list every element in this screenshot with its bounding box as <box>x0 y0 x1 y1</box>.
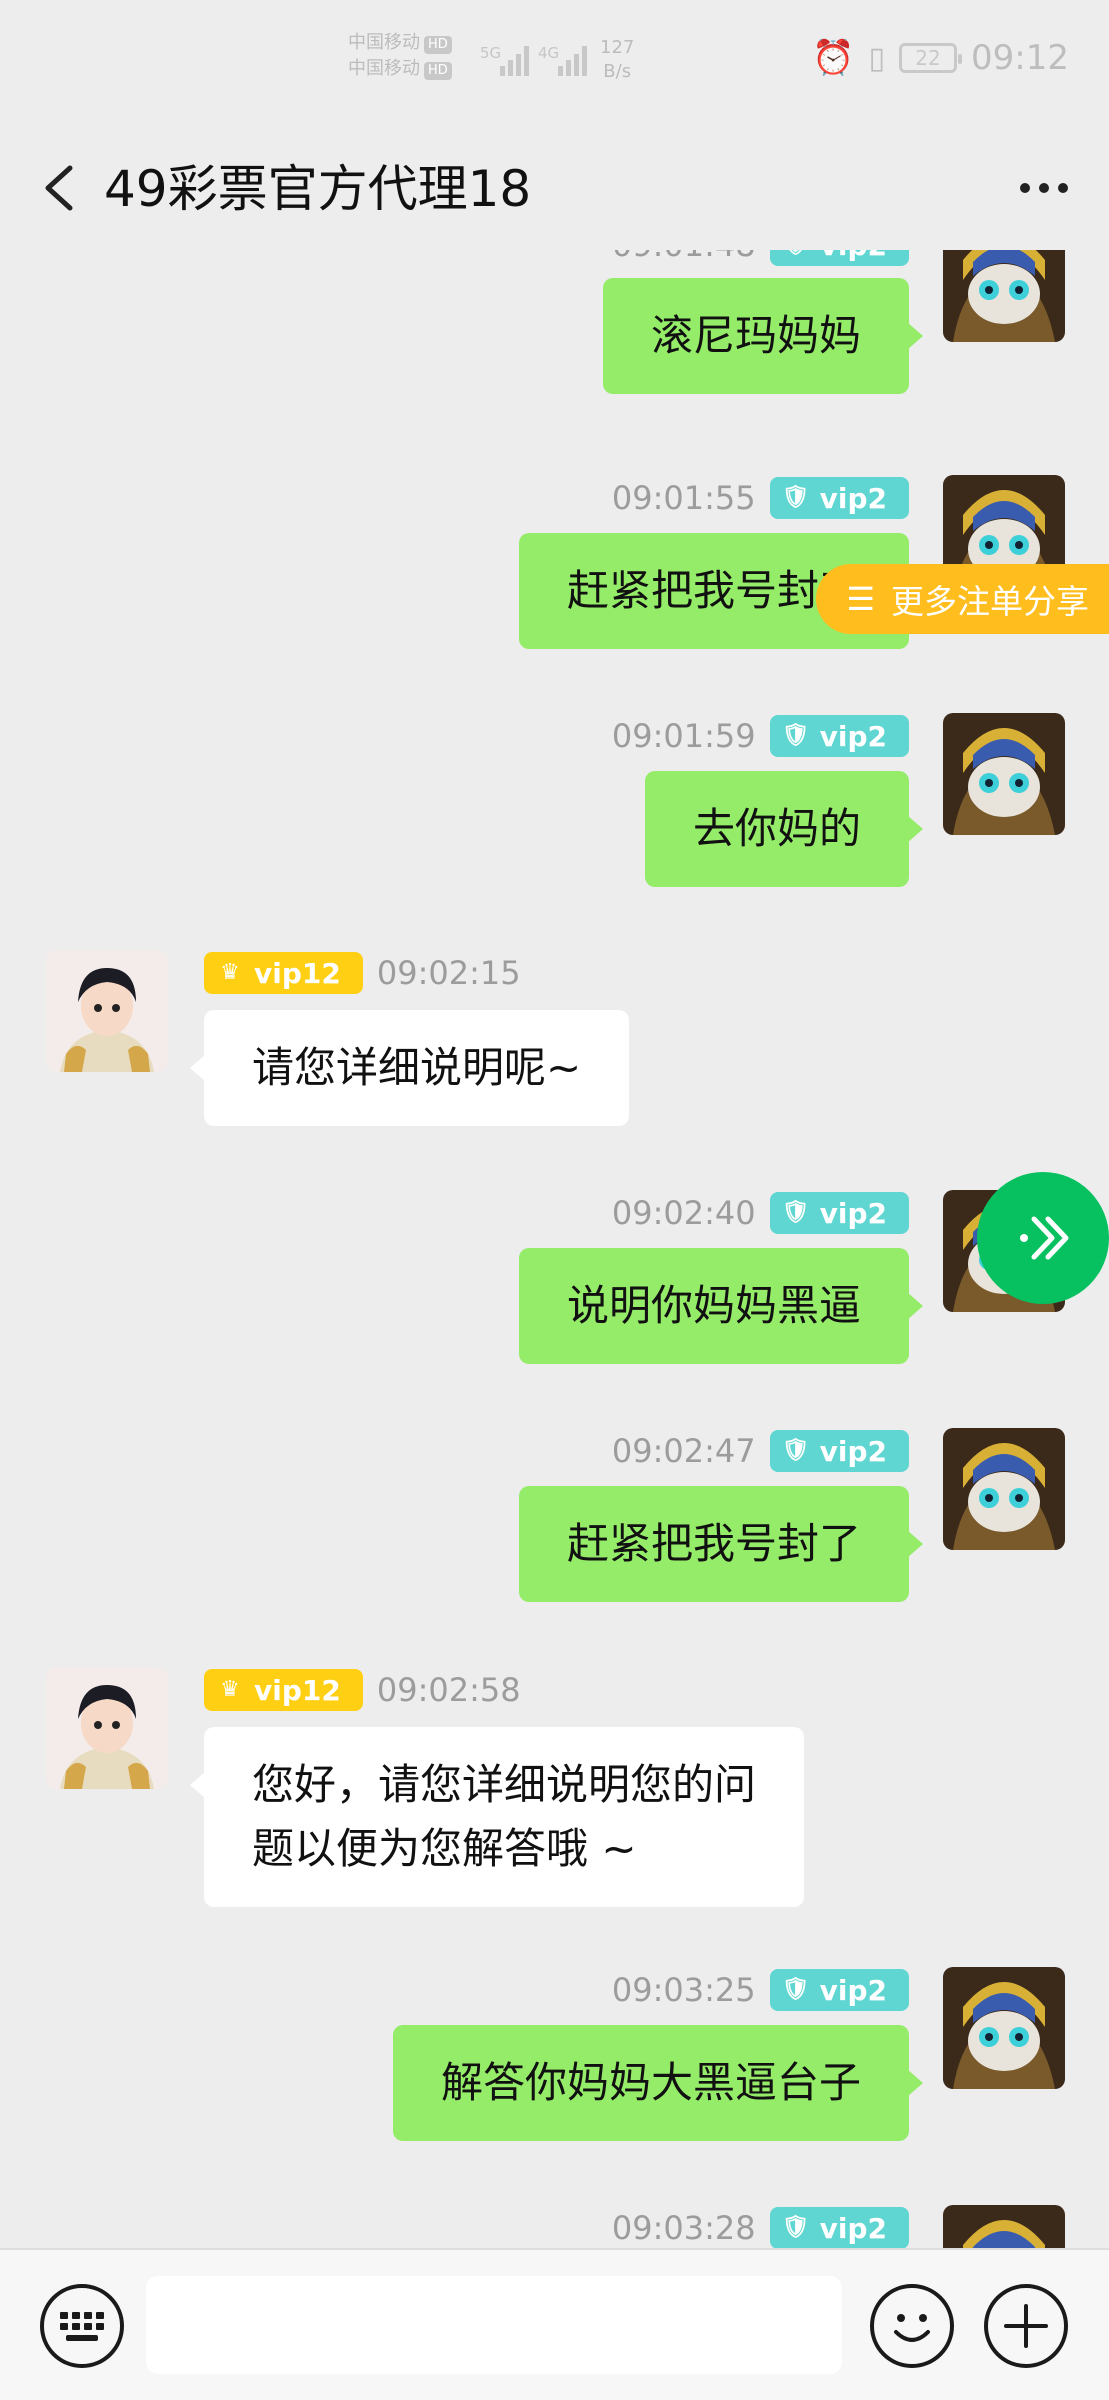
message-meta: 09:03:28 🛡 vip2 <box>612 2205 909 2248</box>
shield-icon: 🛡 <box>781 1438 810 1463</box>
keyboard-icon <box>60 2312 104 2341</box>
clock: 09:12 <box>971 38 1069 78</box>
vip-badge: 🛡vip2 <box>769 477 909 519</box>
message-bubble[interactable]: 去你妈的 <box>644 771 924 887</box>
network-speed-unit: B/s <box>603 61 632 82</box>
my-avatar[interactable] <box>943 713 1065 835</box>
my-avatar[interactable] <box>943 250 1065 342</box>
message-time: 09:02:58 <box>376 1671 521 1709</box>
message-meta: 09:03:25 🛡 vip2 <box>612 1967 909 2013</box>
status-bar: 中国移动 HD 中国移动 HD 5G 4G 127 B/s ⏰ ▯ 22 09:12 <box>0 0 1109 128</box>
network-speed-value: 127 <box>600 37 635 58</box>
vip-badge: 🛡vip2 <box>769 1430 909 1472</box>
message-meta: 09:01:48 🛡vip2 <box>612 250 909 268</box>
plus-icon <box>1004 2304 1048 2348</box>
network-type-2: 4G <box>538 44 560 62</box>
crown-icon: ♛ <box>220 960 240 985</box>
more-bets-share-button[interactable]: ☰ 更多注单分享 <box>816 564 1109 634</box>
message-time: 09:02:47 <box>611 1432 756 1470</box>
my-avatar[interactable] <box>943 2205 1065 2248</box>
vip-badge: ♛ vip12 <box>204 952 363 994</box>
network-speed: 127 B/s <box>600 36 634 84</box>
shield-icon: 🛡 <box>781 1977 810 2002</box>
vip-badge: 🛡vip2 <box>769 1192 909 1234</box>
chat-title: 49彩票官方代理18 <box>104 160 532 218</box>
shield-icon: 🛡 <box>782 250 810 258</box>
vip-badge: ♛ vip12 <box>204 1669 363 1711</box>
shield-icon: 🛡 <box>781 723 810 748</box>
agent-avatar[interactable] <box>46 1667 168 1789</box>
list-icon: ☰ <box>846 580 875 618</box>
input-bar <box>0 2248 1109 2400</box>
vip-badge: 🛡vip2 <box>769 1969 909 2011</box>
plus-button[interactable] <box>984 2284 1068 2368</box>
shield-icon: 🛡 <box>781 2215 810 2240</box>
vibrate-icon: ▯ <box>868 40 886 76</box>
crown-icon: ♛ <box>220 1677 240 1702</box>
hd-badge-2: HD <box>424 62 452 80</box>
message-time: 09:02:40 <box>611 1194 756 1232</box>
message-time: 09:03:28 <box>611 2209 756 2247</box>
emoji-button[interactable] <box>870 2284 954 2368</box>
message-time: 09:01:48 <box>612 250 756 264</box>
message-meta: ♛ vip12 09:02:58 <box>204 1667 521 1713</box>
message-list[interactable]: 09:01:48 🛡vip2 滚尼玛妈妈 09:01:55 🛡vip2 赶紧把我… <box>0 250 1109 2248</box>
battery-icon: 22 <box>899 43 963 73</box>
forward-arrows-icon <box>1020 1216 1069 1260</box>
signal-icon <box>500 40 529 76</box>
vip-badge: 🛡vip2 <box>769 715 909 757</box>
message-input[interactable] <box>146 2276 842 2374</box>
agent-avatar[interactable] <box>46 950 168 1072</box>
message-time: 09:03:25 <box>611 1971 756 2009</box>
signal-icon <box>558 40 587 76</box>
smiley-icon <box>894 2314 930 2342</box>
message-bubble[interactable]: 说明你妈妈黑逼 <box>518 1248 924 1364</box>
hd-badge-1: HD <box>424 36 452 54</box>
message-meta: 09:01:59 🛡 vip2 <box>612 713 909 759</box>
message-time: 09:01:59 <box>611 717 756 755</box>
shield-icon: 🛡 <box>781 485 810 510</box>
message-meta: ♛ vip12 09:02:15 <box>204 950 521 996</box>
message-bubble[interactable]: 解答你妈妈大黑逼台子 <box>392 2025 924 2141</box>
chevron-left-icon <box>45 165 73 211</box>
vip-badge: 🛡vip2 <box>769 2207 909 2248</box>
message-meta: 09:02:47 🛡 vip2 <box>612 1428 909 1474</box>
chat-header: 49彩票官方代理18 <box>0 128 1109 250</box>
network-type-1: 5G <box>480 44 502 62</box>
message-meta: 09:02:40 🛡 vip2 <box>612 1190 909 1236</box>
battery-level: 22 <box>915 46 941 70</box>
my-avatar[interactable] <box>943 1967 1065 2089</box>
keyboard-toggle-button[interactable] <box>40 2284 124 2368</box>
message-meta: 09:01:55 🛡 vip2 <box>612 475 909 521</box>
message-bubble[interactable]: 滚尼玛妈妈 <box>602 278 924 394</box>
carrier-name-1: 中国移动 <box>348 32 420 53</box>
message-time: 09:01:55 <box>611 479 756 517</box>
more-dots-icon <box>1020 183 1068 193</box>
more-button[interactable] <box>1019 158 1069 234</box>
share-label: 更多注单分享 <box>891 582 1089 621</box>
message-bubble[interactable]: 请您详细说明呢~ <box>189 1010 630 1126</box>
shield-icon: 🛡 <box>781 1200 810 1225</box>
message-time: 09:02:15 <box>376 954 521 992</box>
vip-badge: 🛡vip2 <box>769 250 909 266</box>
alarm-icon: ⏰ <box>812 38 855 78</box>
message-bubble[interactable]: 赶紧把我号封了 <box>518 1486 924 1602</box>
status-right: ⏰ ▯ 22 09:12 <box>812 38 1069 78</box>
carrier-info: 中国移动 HD 中国移动 HD <box>348 30 452 82</box>
my-avatar[interactable] <box>943 1428 1065 1550</box>
forward-fab-button[interactable] <box>977 1172 1109 1304</box>
carrier-name-2: 中国移动 <box>348 58 420 79</box>
back-button[interactable] <box>40 158 80 218</box>
message-bubble[interactable]: 您好，请您详细说明您的问 题以便为您解答哦 ~ <box>189 1727 805 1907</box>
